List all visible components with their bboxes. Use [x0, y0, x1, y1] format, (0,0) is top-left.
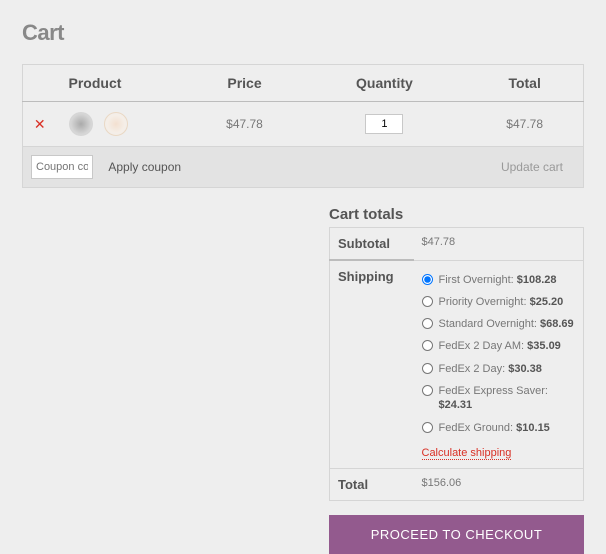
shipping-radio[interactable] — [422, 422, 433, 433]
col-price: Price — [187, 65, 303, 102]
update-cart-button[interactable]: Update cart — [489, 155, 575, 179]
total-value: $156.06 — [414, 468, 584, 500]
shipping-method[interactable]: Priority Overnight: $25.20 — [422, 291, 576, 313]
col-product: Product — [57, 65, 187, 102]
cart-row: ✕ $47.78 $47.78 — [23, 102, 584, 147]
shipping-method-label: First Overnight: $108.28 — [439, 273, 576, 287]
shipping-method-label: FedEx Express Saver: $24.31 — [439, 384, 576, 413]
subtotal-value: $47.78 — [414, 228, 584, 261]
coupon-input[interactable] — [31, 155, 93, 179]
shipping-method-label: Standard Overnight: $68.69 — [439, 317, 576, 331]
shipping-method-label: Priority Overnight: $25.20 — [439, 295, 576, 309]
shipping-radio[interactable] — [422, 340, 433, 351]
subtotal-label: Subtotal — [330, 228, 414, 261]
shipping-method-label: FedEx Ground: $10.15 — [439, 421, 576, 435]
col-quantity: Quantity — [302, 65, 466, 102]
calculate-shipping-link[interactable]: Calculate shipping — [422, 447, 512, 460]
total-label: Total — [330, 468, 414, 500]
shipping-method[interactable]: FedEx Ground: $10.15 — [422, 417, 576, 439]
shipping-method[interactable]: Standard Overnight: $68.69 — [422, 313, 576, 335]
shipping-radio[interactable] — [422, 296, 433, 307]
shipping-method[interactable]: FedEx 2 Day: $30.38 — [422, 358, 576, 380]
remove-icon[interactable]: ✕ — [34, 117, 46, 131]
row-total: $47.78 — [466, 102, 583, 147]
shipping-method-label: FedEx 2 Day: $30.38 — [439, 362, 576, 376]
proceed-to-checkout-button[interactable]: PROCEED TO CHECKOUT — [329, 515, 584, 554]
page-title: Cart — [22, 20, 584, 46]
product-thumb-2[interactable] — [104, 112, 128, 136]
shipping-method[interactable]: FedEx Express Saver: $24.31 — [422, 380, 576, 417]
col-total: Total — [466, 65, 583, 102]
product-thumb-1[interactable] — [69, 112, 93, 136]
cart-totals-table: Subtotal $47.78 Shipping First Overnight… — [329, 227, 584, 501]
shipping-method[interactable]: FedEx 2 Day AM: $35.09 — [422, 335, 576, 357]
shipping-methods-list: First Overnight: $108.28 Priority Overnig… — [422, 269, 576, 439]
shipping-label: Shipping — [330, 260, 414, 468]
shipping-radio[interactable] — [422, 385, 433, 396]
cart-table: Product Price Quantity Total ✕ $47.78 $4… — [22, 64, 584, 188]
shipping-radio[interactable] — [422, 363, 433, 374]
shipping-radio[interactable] — [422, 274, 433, 285]
shipping-radio[interactable] — [422, 318, 433, 329]
shipping-method[interactable]: First Overnight: $108.28 — [422, 269, 576, 291]
shipping-method-label: FedEx 2 Day AM: $35.09 — [439, 339, 576, 353]
apply-coupon-button[interactable]: Apply coupon — [96, 155, 193, 179]
cart-totals-heading: Cart totals — [329, 206, 584, 223]
quantity-input[interactable] — [365, 114, 403, 134]
row-price: $47.78 — [187, 102, 303, 147]
